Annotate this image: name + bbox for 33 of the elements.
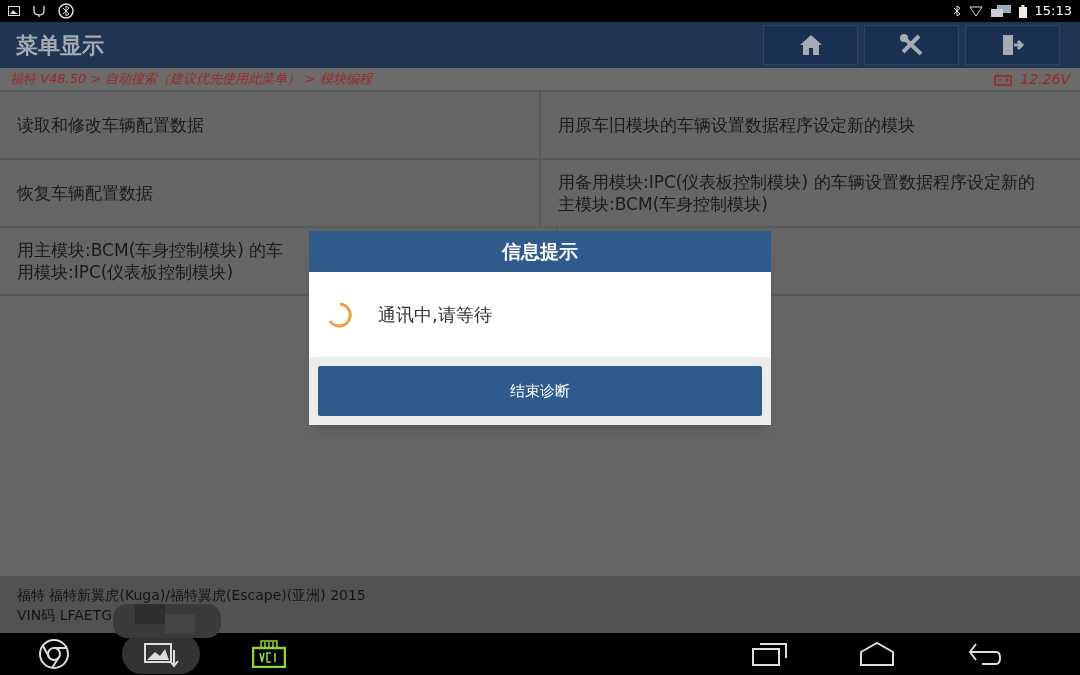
menu-item[interactable]: 用原车旧模块的车辆设置数据程序设定新的模块 bbox=[541, 92, 1080, 158]
bluetooth-icon bbox=[952, 5, 961, 17]
menu-item[interactable]: 读取和修改车辆配置数据 bbox=[0, 92, 539, 158]
loading-spinner-icon bbox=[326, 300, 354, 329]
exit-door-icon bbox=[1000, 33, 1025, 57]
image-icon bbox=[8, 6, 20, 16]
tools-button[interactable] bbox=[864, 25, 959, 65]
usb-icon bbox=[32, 5, 46, 17]
gallery-download-icon bbox=[141, 640, 181, 668]
breadcrumb: 福特 V48.50 > 自动搜索（建议优先使用此菜单） > 模块编程 bbox=[10, 70, 372, 89]
vin-number: VIN码 LFAETG bbox=[17, 605, 113, 625]
menu-item[interactable]: 用备用模块:IPC(仪表板控制模块) 的车辆设置数据程序设定新的 主模块:BCM(车身控制模块) bbox=[541, 160, 1080, 226]
vehicle-model: 福特 福特新翼虎(Kuga)/福特翼虎(Escape)(亚洲) 2015 bbox=[17, 585, 366, 605]
home-icon bbox=[798, 34, 823, 56]
exit-button[interactable] bbox=[965, 25, 1060, 65]
browser-icon[interactable] bbox=[38, 638, 70, 670]
voltage-reading: 12.26V bbox=[1020, 69, 1070, 89]
wifi-icon bbox=[968, 5, 983, 17]
clock: 15:13 bbox=[1034, 2, 1072, 21]
home-button[interactable] bbox=[763, 25, 858, 65]
vci-connector-icon[interactable] bbox=[252, 640, 286, 668]
recent-apps-icon[interactable] bbox=[752, 642, 788, 666]
back-icon[interactable] bbox=[968, 642, 1002, 666]
dialog-message: 通讯中,请等待 bbox=[378, 303, 492, 327]
end-diagnosis-button[interactable]: 结束诊断 bbox=[318, 366, 762, 416]
home-icon[interactable] bbox=[860, 642, 894, 666]
bluetooth-icon bbox=[58, 3, 74, 19]
battery-icon bbox=[994, 72, 1013, 86]
battery-icon bbox=[1018, 4, 1027, 18]
screen-title: 菜单显示 bbox=[16, 31, 104, 60]
wrench-screwdriver-icon bbox=[898, 33, 925, 57]
menu-item[interactable]: 恢复车辆配置数据 bbox=[0, 160, 539, 226]
monitor-icon bbox=[990, 5, 1011, 17]
